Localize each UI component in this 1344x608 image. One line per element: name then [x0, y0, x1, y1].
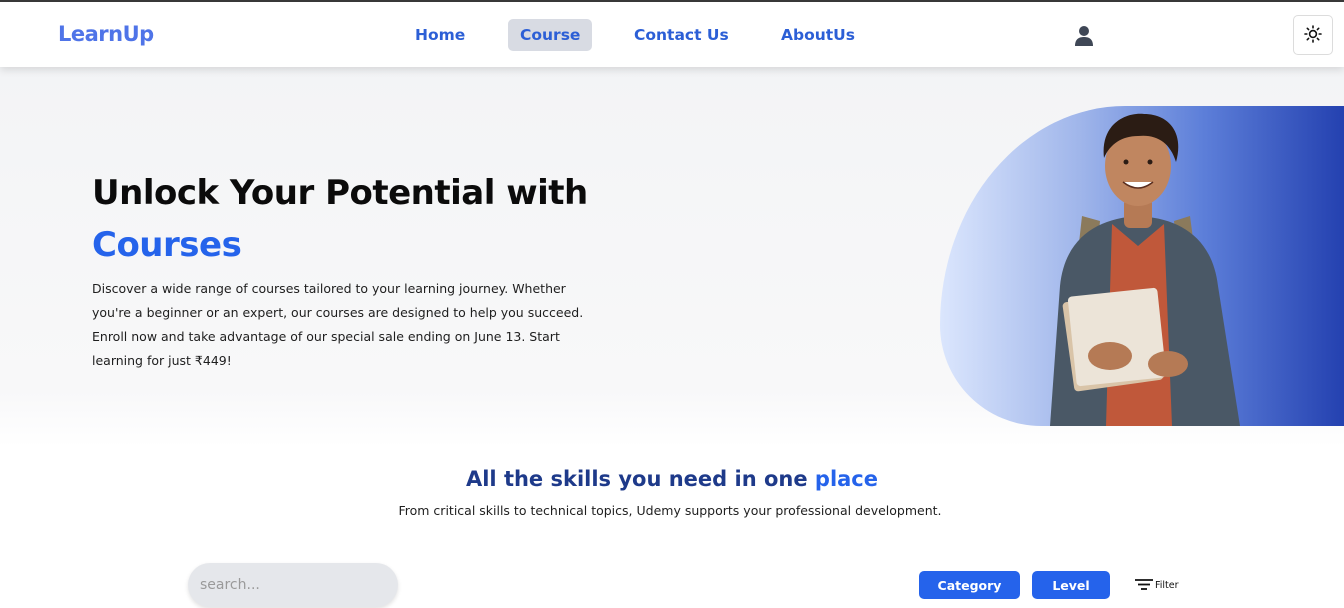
filter-button[interactable]: Filter	[1134, 577, 1179, 593]
level-button[interactable]: Level	[1032, 571, 1110, 599]
hero-image	[940, 106, 1344, 426]
skills-title-main: All the skills you need in one	[465, 467, 808, 491]
hero-description: Discover a wide range of courses tailore…	[92, 281, 584, 368]
sun-icon	[1304, 24, 1322, 46]
skills-title-accent: place	[814, 467, 878, 491]
category-button[interactable]: Category	[919, 571, 1020, 599]
student-illustration	[1050, 113, 1240, 426]
brand-logo[interactable]: LearnUp	[58, 22, 154, 46]
nav-contact-us[interactable]: Contact Us	[622, 19, 741, 51]
hero-title: Unlock Your Potential with Courses	[92, 167, 588, 271]
theme-toggle-button[interactable]	[1293, 15, 1333, 55]
nav-home[interactable]: Home	[403, 19, 477, 51]
hero-title-accent: Courses	[92, 225, 242, 265]
hero-title-line1: Unlock Your Potential with	[92, 173, 588, 213]
user-icon[interactable]	[1073, 25, 1095, 47]
filter-label: Filter	[1155, 579, 1179, 591]
search-input[interactable]	[188, 563, 398, 607]
hero-section: Unlock Your Potential with Courses Disco…	[0, 67, 1344, 447]
filter-icon	[1134, 577, 1154, 594]
site-header: LearnUp Home Course Contact Us AboutUs	[0, 2, 1344, 67]
skills-subtitle: From critical skills to technical topics…	[398, 503, 942, 518]
nav-course[interactable]: Course	[508, 19, 593, 51]
skills-title: All the skills you need in one place	[0, 467, 1344, 491]
nav-about-us[interactable]: AboutUs	[769, 19, 867, 51]
